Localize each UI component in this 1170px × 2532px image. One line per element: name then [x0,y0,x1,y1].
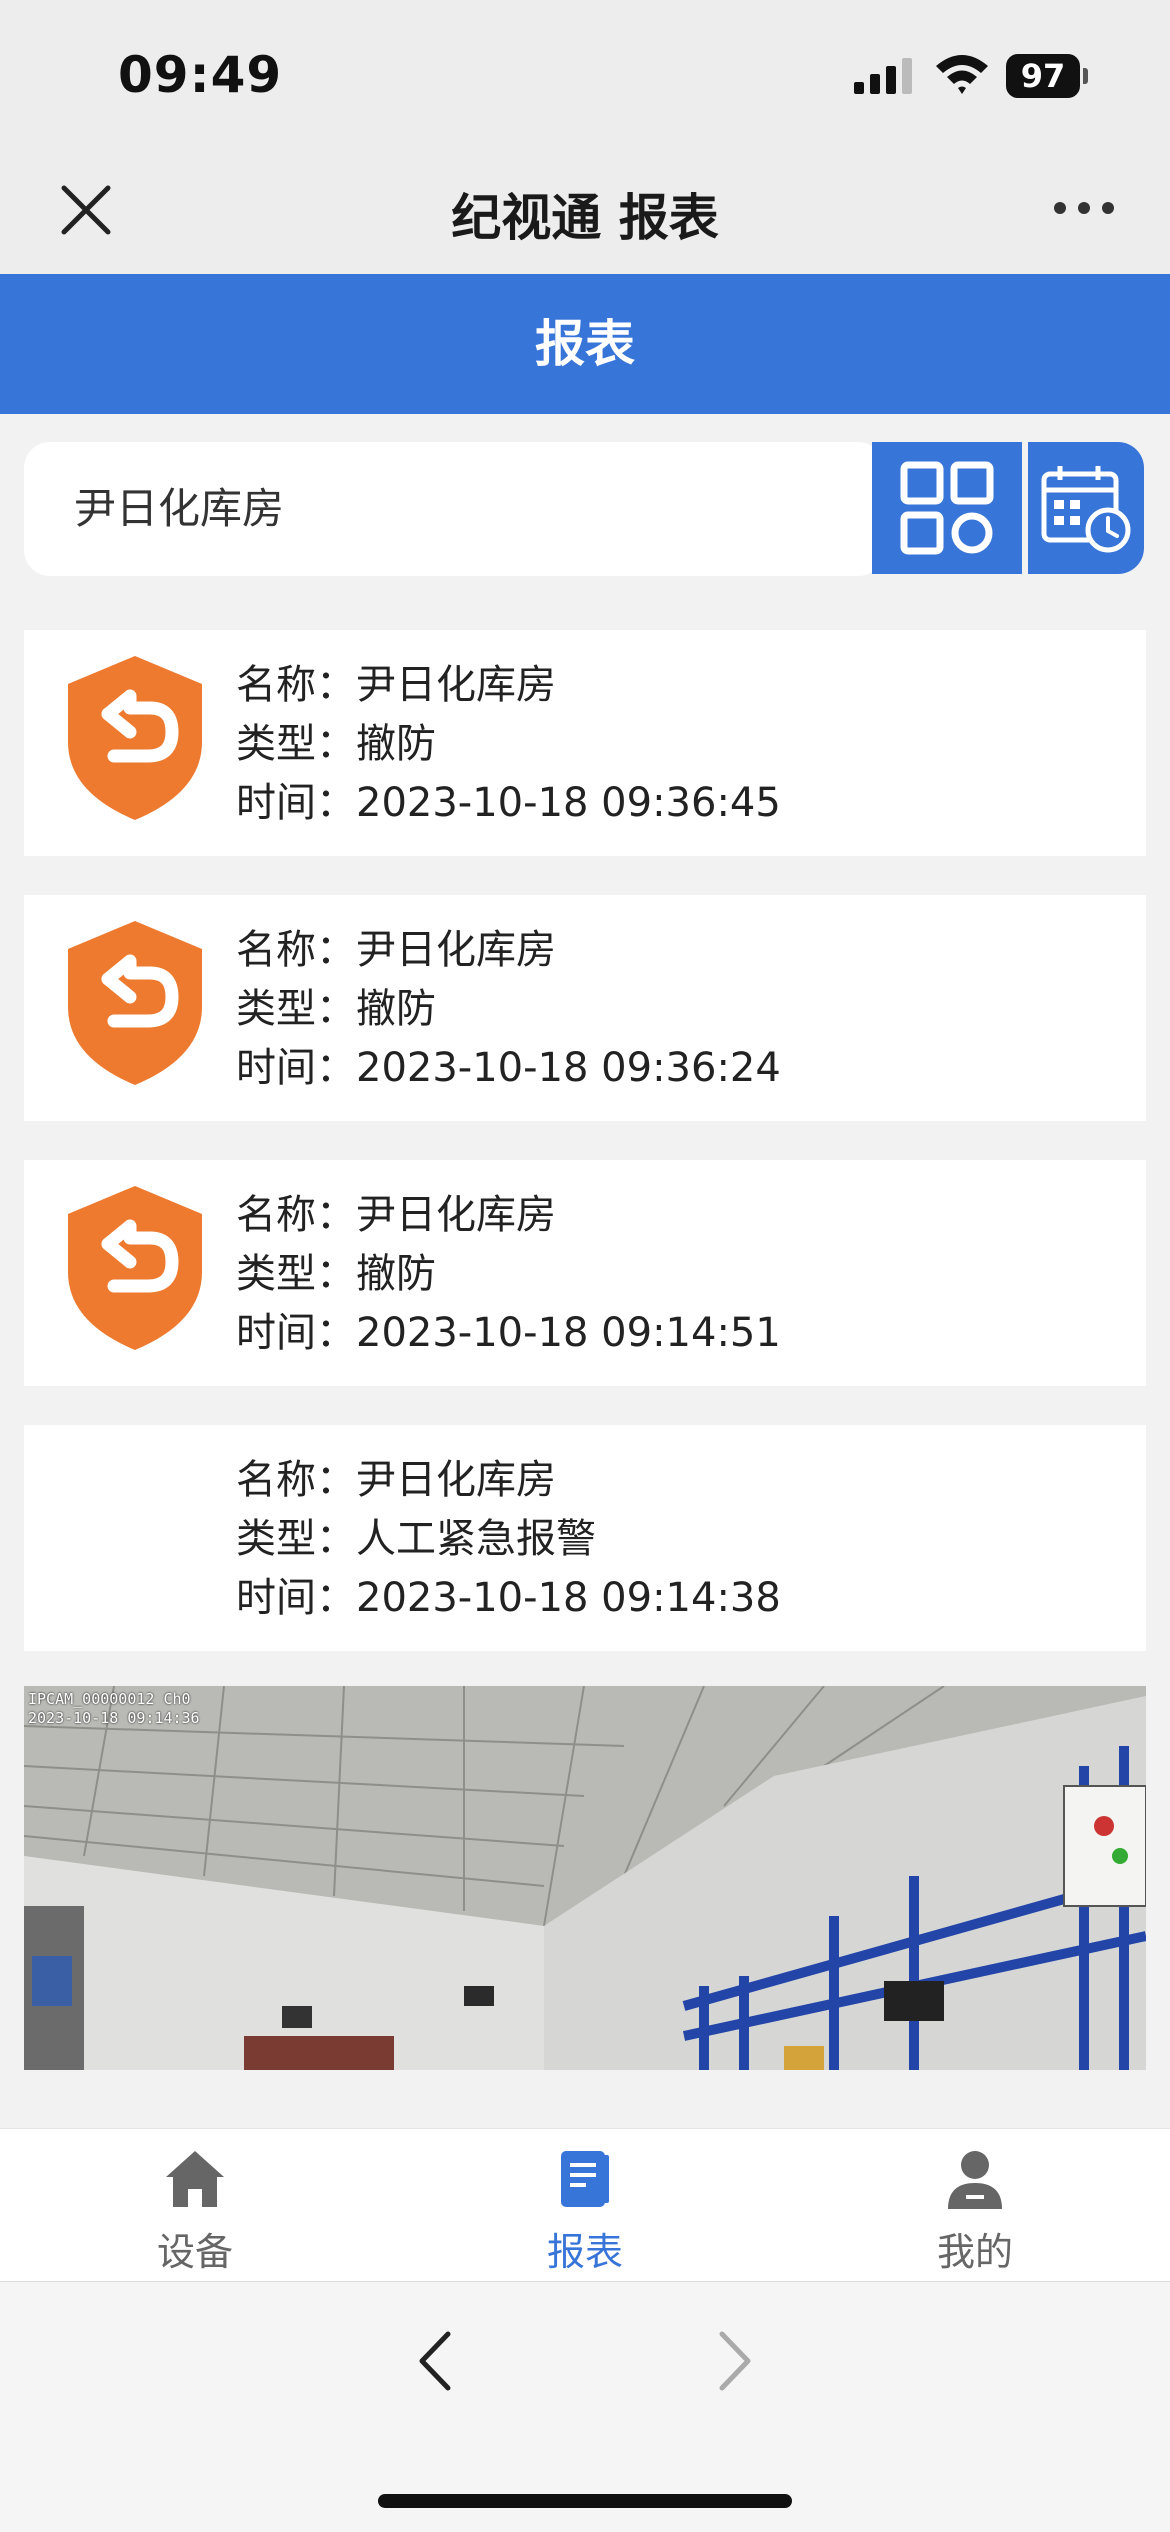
record-name: 名称：尹日化库房 [236,1192,556,1238]
battery-indicator: 97 [1006,54,1088,98]
tab-mine[interactable]: 我的 [780,2129,1170,2283]
status-time: 09:49 [118,46,283,104]
user-icon [948,2151,1002,2209]
tab-label: 报表 [546,2230,623,2274]
battery-tip [1083,68,1088,84]
status-bar: 09:49 97 [0,0,1170,150]
camera-snapshot[interactable]: IPCAM_00000012 Ch0 2023-10-18 09:14:36 [24,1686,1146,2070]
record-name: 名称：尹日化库房 [236,662,556,708]
page-header: 报表 [0,274,1170,414]
qr-scan-button[interactable] [872,442,1022,574]
back-chevron-icon[interactable] [410,2326,460,2396]
tab-device[interactable]: 设备 [0,2129,390,2283]
disarm-shield-icon [68,656,202,820]
home-indicator [378,2494,792,2508]
tab-bar: 设备 报表 我的 [0,2128,1170,2282]
record-type: 类型：人工紧急报警 [236,1516,596,1562]
record-type: 类型：撤防 [236,1251,436,1297]
more-icon[interactable] [1052,194,1116,222]
search-input[interactable]: 尹日化库房 [24,442,884,576]
browser-toolbar [0,2282,1170,2532]
record-type: 类型：撤防 [236,986,436,1032]
tab-label: 设备 [156,2230,233,2274]
record-card[interactable]: 名称：尹日化库房 类型：撤防 时间：2023-10-18 09:36:45 [24,630,1146,856]
record-type: 类型：撤防 [236,721,436,767]
battery-level: 97 [1006,54,1080,98]
nav-title: 纪视通 报表 [451,189,719,247]
record-time: 时间：2023-10-18 09:36:24 [236,1045,781,1091]
record-card[interactable]: 名称：尹日化库房 类型：撤防 时间：2023-10-18 09:36:24 [24,895,1146,1121]
tab-report[interactable]: 报表 [390,2129,780,2283]
page-title: 报表 [535,315,635,373]
disarm-shield-icon [68,921,202,1085]
home-icon [166,2151,224,2207]
cellular-signal-icon [854,58,912,94]
record-time: 时间：2023-10-18 09:14:38 [236,1575,781,1621]
record-name: 名称：尹日化库房 [236,1457,556,1503]
wifi-icon [936,55,988,94]
record-card[interactable]: 名称：尹日化库房 类型：撤防 时间：2023-10-18 09:14:51 [24,1160,1146,1386]
search-value: 尹日化库房 [74,484,285,533]
record-card[interactable]: 名称：尹日化库房 类型：人工紧急报警 时间：2023-10-18 09:14:3… [24,1425,1146,1651]
snapshot-image [24,1686,1146,2070]
date-filter-button[interactable] [1028,442,1144,574]
calendar-clock-icon [1041,466,1131,553]
report-icon [561,2151,609,2207]
record-time: 时间：2023-10-18 09:36:45 [236,780,781,826]
qr-code-icon [900,461,994,555]
snapshot-caption: IPCAM_00000012 Ch0 2023-10-18 09:14:36 [28,1690,200,1727]
record-time: 时间：2023-10-18 09:14:51 [236,1310,781,1356]
record-name: 名称：尹日化库房 [236,927,556,973]
nav-bar: 纪视通 报表 [0,150,1170,274]
tab-label: 我的 [936,2230,1013,2274]
forward-chevron-icon[interactable] [710,2326,760,2396]
disarm-shield-icon [68,1186,202,1350]
